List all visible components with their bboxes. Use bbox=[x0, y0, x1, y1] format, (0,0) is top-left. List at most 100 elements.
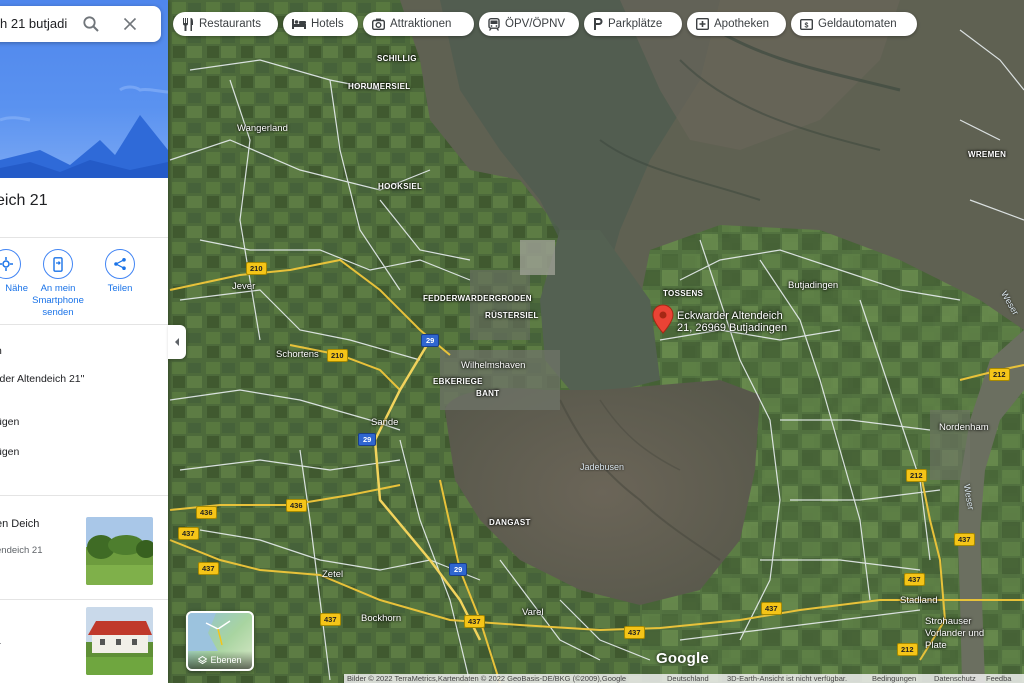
chip-hotels[interactable]: Hotels bbox=[283, 12, 358, 36]
chip-restaurants[interactable]: Restaurants bbox=[173, 12, 278, 36]
road-shield-b212: 212 bbox=[989, 368, 1010, 381]
place-label-hooksiel: HOOKSIEL bbox=[378, 182, 423, 191]
road-shield-b436-east: 436 bbox=[286, 499, 307, 512]
nearby-button[interactable]: Nähe bbox=[0, 249, 28, 295]
place-label-bockhorn: Bockhorn bbox=[361, 613, 402, 624]
place-label-stadland: Stadland bbox=[900, 595, 938, 606]
water-label-jadebusen: Jadebusen bbox=[580, 462, 625, 472]
road-shield-b437-7: 437 bbox=[904, 573, 925, 586]
place-label-horumersiel: HORUMERSIEL bbox=[348, 82, 411, 91]
road-shield-b210: 210 bbox=[246, 262, 267, 275]
road-shield-b212-3: 212 bbox=[897, 643, 918, 656]
place-label-varel: Varel bbox=[522, 607, 544, 618]
road-shield-b210-east: 210 bbox=[327, 349, 348, 362]
place-title: eich 21 bbox=[0, 192, 48, 209]
place-label-fedderwardergroden: FEDDERWARDERGRODEN bbox=[423, 294, 532, 303]
send-to-phone-icon bbox=[53, 256, 63, 272]
house-photo bbox=[86, 607, 153, 675]
place-label-jever: Jever bbox=[232, 281, 256, 292]
send-to-phone-button[interactable]: An mein Smartphone senden bbox=[26, 249, 90, 319]
garden-photo bbox=[86, 517, 153, 585]
google-logo: Google bbox=[656, 650, 709, 667]
privacy-link[interactable]: Datenschutz bbox=[934, 674, 976, 683]
close-icon[interactable] bbox=[121, 15, 139, 33]
layers-button[interactable]: Ebenen bbox=[186, 611, 254, 671]
place-label-ruestersiel: RÜSTERSIEL bbox=[485, 311, 539, 320]
place-label-bant: BANT bbox=[476, 389, 500, 398]
road-shield-b437-8: 437 bbox=[954, 533, 975, 546]
road-shield-a29: 29 bbox=[421, 334, 440, 347]
road-shield-b437-4: 437 bbox=[464, 615, 485, 628]
transit-icon bbox=[488, 17, 500, 31]
search-input[interactable]: h 21 butjadi bbox=[0, 16, 70, 31]
road-shield-b437-3: 437 bbox=[320, 613, 341, 626]
fork-knife-icon bbox=[183, 17, 193, 31]
nearby-card-2-subtitle: 1 bbox=[0, 636, 1, 647]
chip-apotheken[interactable]: Apotheken bbox=[687, 12, 786, 36]
place-label-sande: Sande bbox=[371, 417, 399, 428]
nearby-icon bbox=[0, 257, 13, 271]
place-label-wremen: WREMEN bbox=[968, 150, 1007, 159]
nearby-card-2-photo[interactable] bbox=[86, 607, 153, 675]
road-shield-b212-2: 212 bbox=[906, 469, 927, 482]
road-shield-a29-3: 29 bbox=[449, 563, 468, 576]
atm-icon: $ bbox=[800, 18, 813, 30]
pharmacy-icon bbox=[696, 18, 709, 30]
place-label-nordenham: Nordenham bbox=[939, 422, 989, 433]
search-icon[interactable] bbox=[82, 15, 100, 33]
search-box[interactable]: h 21 butjadi bbox=[0, 6, 161, 42]
place-label-schortens: Schortens bbox=[276, 349, 319, 360]
road-shield-a29-2: 29 bbox=[358, 433, 377, 446]
chip-oepnv[interactable]: ÖPV/ÖPNV bbox=[479, 12, 579, 36]
parking-icon bbox=[594, 18, 603, 30]
nearby-card-subtitle: endeich 21 bbox=[0, 545, 43, 556]
info-line-address[interactable]: rder Altendeich 21" bbox=[0, 373, 84, 385]
camera-icon bbox=[372, 18, 385, 30]
divider bbox=[0, 599, 168, 600]
country-link[interactable]: Deutschland bbox=[667, 674, 709, 683]
layers-icon bbox=[198, 655, 208, 664]
place-label-ebkeriege: EBKERIEGE bbox=[433, 377, 483, 386]
nearby-card-title[interactable]: en Deich bbox=[0, 518, 39, 530]
info-line-add[interactable]: ügen bbox=[0, 416, 19, 428]
place-label-schillig: SCHILLIG bbox=[377, 54, 417, 63]
layers-label-row: Ebenen bbox=[188, 651, 252, 669]
road-shield-b437-2: 437 bbox=[198, 562, 219, 575]
chevron-left-icon bbox=[175, 338, 179, 346]
road-shield-b437-6: 437 bbox=[761, 602, 782, 615]
place-details-panel: h 21 butjadi eich 21 Nähe An mein Smartp… bbox=[0, 0, 168, 683]
attribution-bar: Bilder © 2022 TerraMetrics,Kartendaten ©… bbox=[344, 674, 1024, 683]
collapse-panel-button[interactable] bbox=[168, 325, 186, 359]
place-label-dangast: DANGAST bbox=[489, 518, 531, 527]
3d-notice: 3D-Earth-Ansicht ist nicht verfügbar. bbox=[727, 674, 848, 683]
info-line-1[interactable]: n bbox=[0, 345, 2, 357]
pin-label-line2: 21, 26969 Butjadingen bbox=[677, 322, 788, 334]
terms-link[interactable]: Bedingungen bbox=[872, 674, 916, 683]
feedback-link[interactable]: Feedba bbox=[986, 674, 1011, 683]
divider bbox=[0, 324, 168, 325]
place-label-wangerland: Wangerland bbox=[237, 123, 288, 134]
road-shield-b437: 437 bbox=[178, 527, 199, 540]
place-label-tossens: TOSSENS bbox=[663, 289, 704, 298]
chip-parkplaetze[interactable]: Parkplätze bbox=[584, 12, 682, 36]
place-label-wilhelmshaven: Wilhelmshaven bbox=[461, 360, 526, 371]
place-label-zetel: Zetel bbox=[322, 569, 344, 580]
pin-label-line1: Eckwarder Altendeich bbox=[677, 310, 783, 322]
divider bbox=[0, 237, 168, 238]
nearby-card-photo[interactable] bbox=[86, 517, 153, 585]
location-pin-icon[interactable] bbox=[652, 304, 674, 334]
svg-text:$: $ bbox=[805, 22, 809, 29]
share-button[interactable]: Teilen bbox=[100, 249, 140, 295]
road-shield-b437-5: 437 bbox=[624, 626, 645, 639]
pin-label[interactable]: Eckwarder Altendeich 21, 26969 Butjading… bbox=[677, 310, 787, 334]
road-shield-b436: 436 bbox=[196, 506, 217, 519]
share-icon bbox=[114, 258, 126, 270]
place-label-strohauser-vorlander: Strohauser Vorlander und Plate bbox=[925, 616, 985, 651]
bed-icon bbox=[292, 19, 306, 29]
imagery-attribution: Bilder © 2022 TerraMetrics,Kartendaten ©… bbox=[347, 674, 627, 683]
chip-attraktionen[interactable]: Attraktionen bbox=[363, 12, 474, 36]
layers-preview-map bbox=[188, 613, 231, 651]
place-label-butjadingen: Butjadingen bbox=[788, 280, 839, 291]
info-line-add-2[interactable]: ügen bbox=[0, 446, 19, 458]
chip-geldautomaten[interactable]: $ Geldautomaten bbox=[791, 12, 917, 36]
